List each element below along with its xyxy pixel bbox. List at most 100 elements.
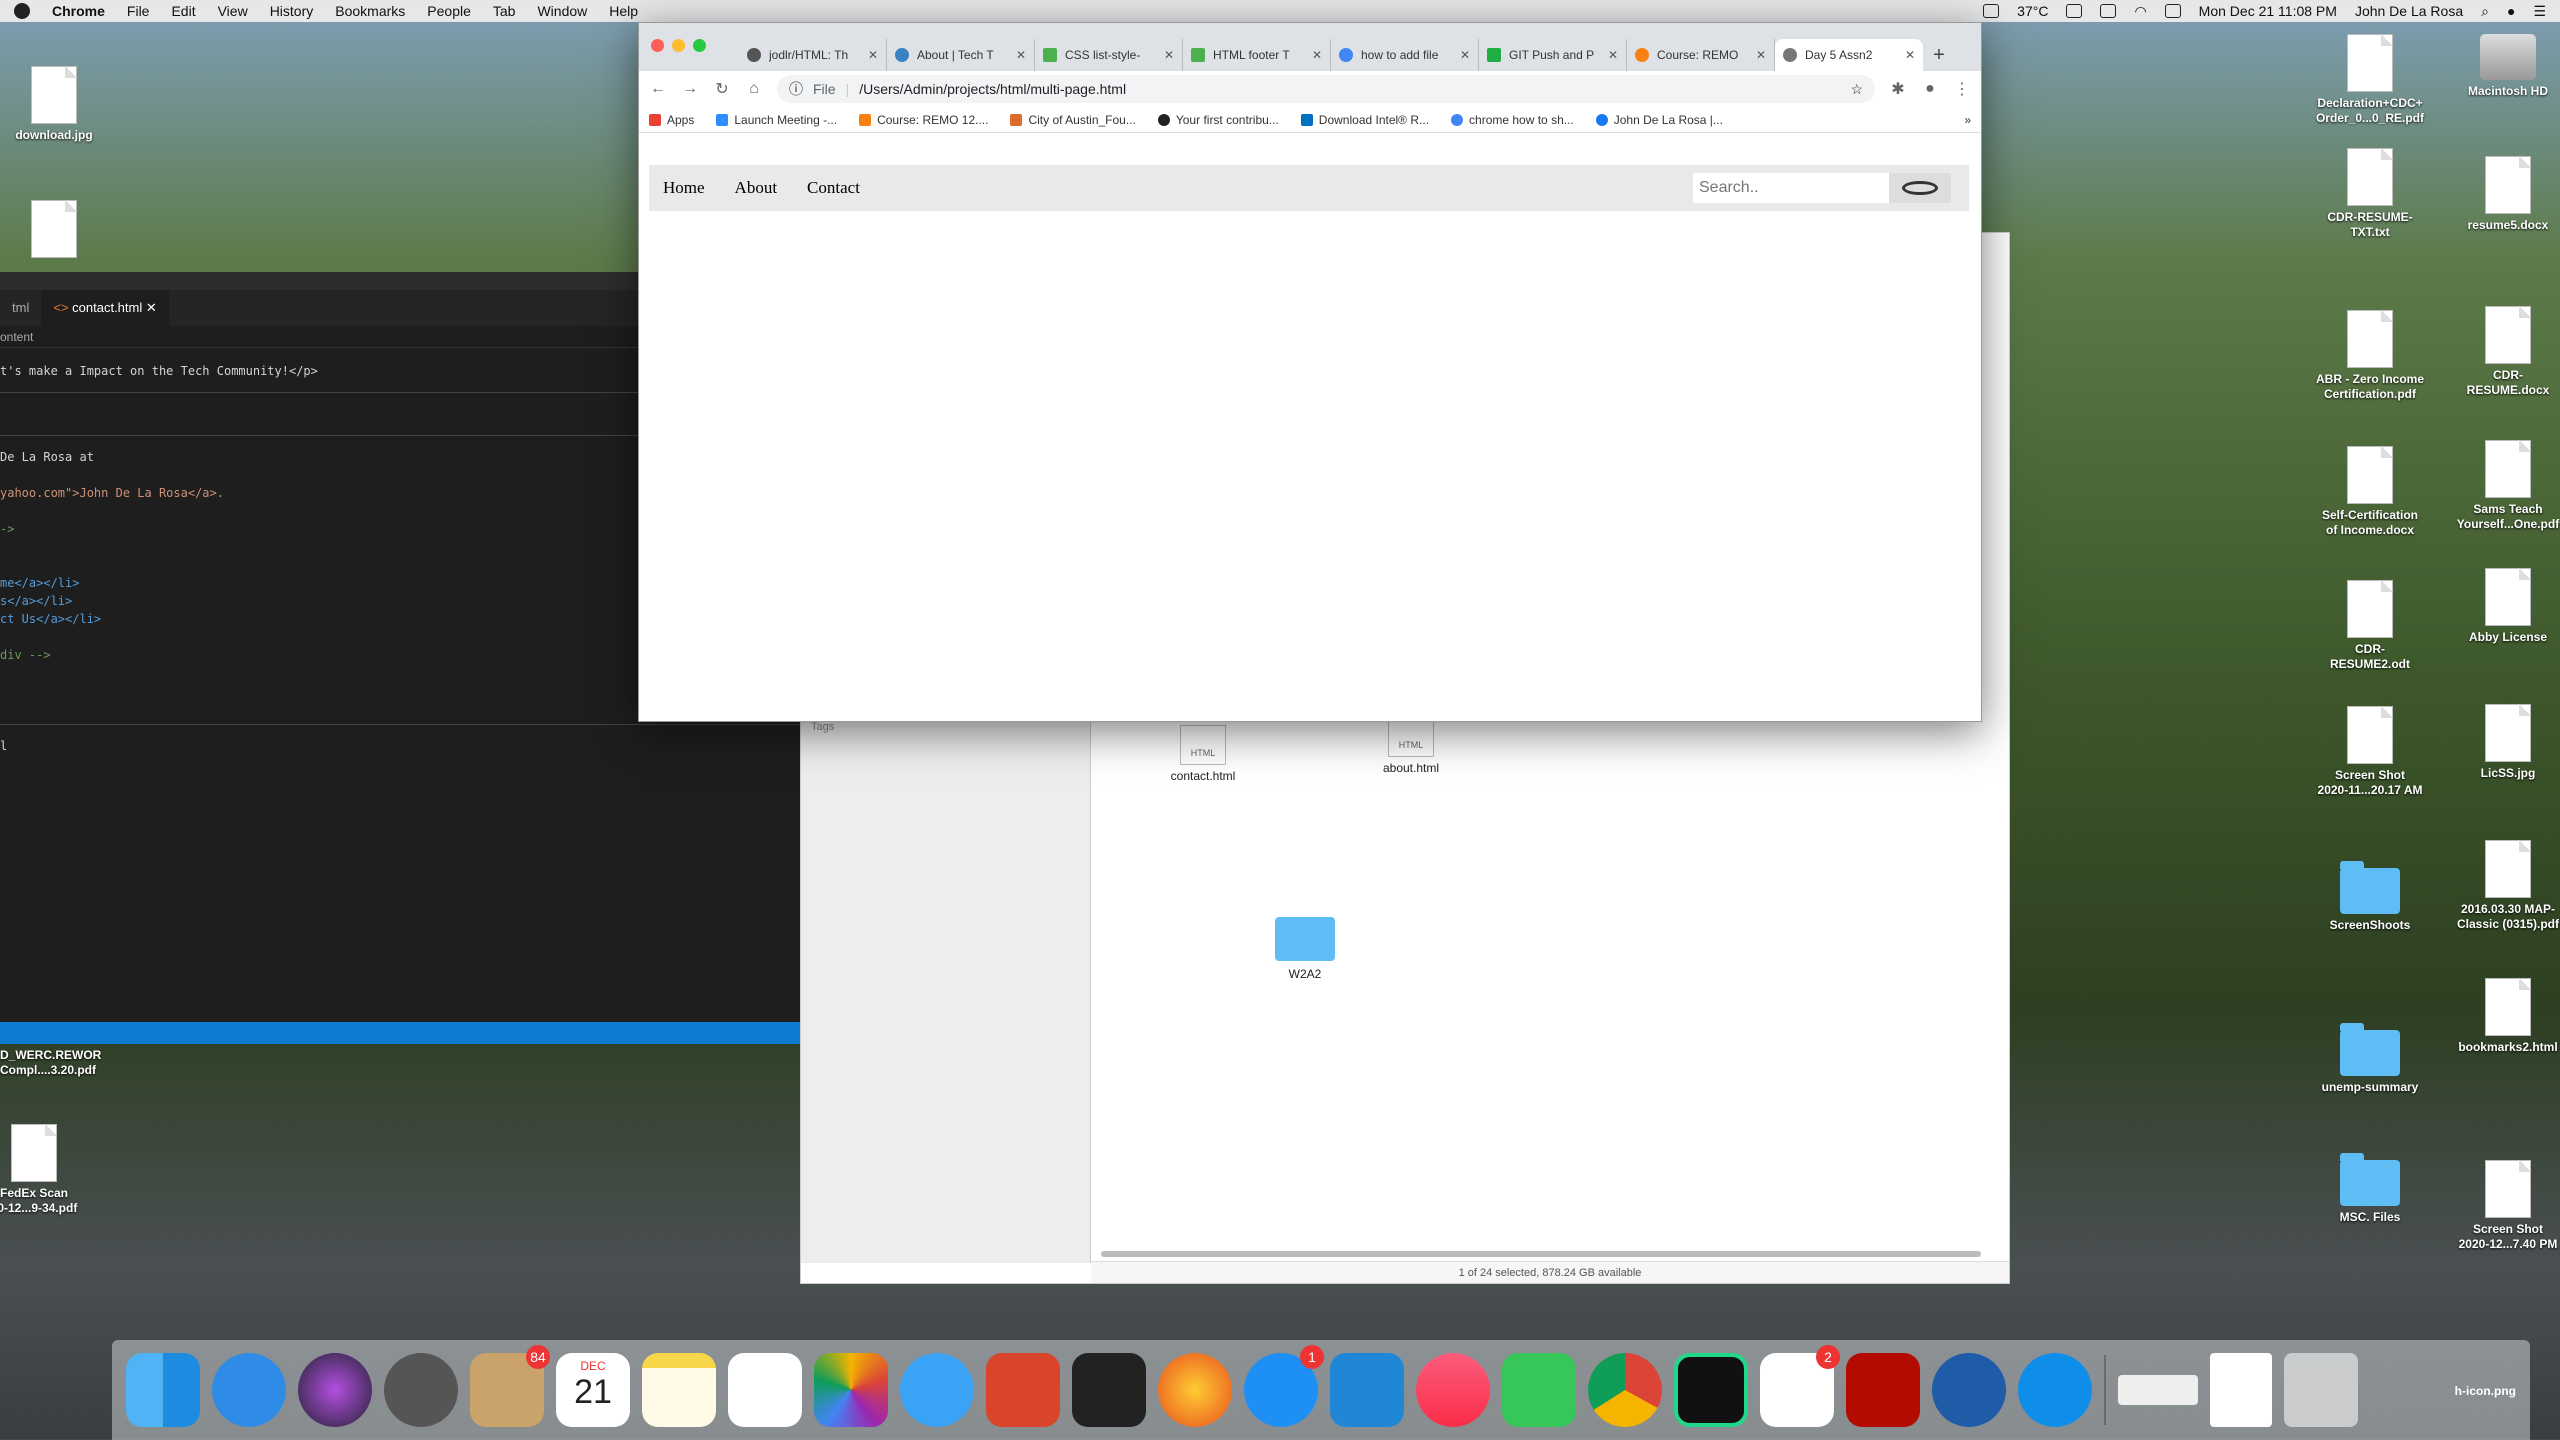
firefox-app-icon[interactable] <box>1158 1353 1232 1427</box>
menu-help[interactable]: Help <box>609 3 638 19</box>
close-tab-icon[interactable]: ✕ <box>1905 48 1915 62</box>
desktop-item[interactable]: unemp-summary <box>2300 1023 2440 1095</box>
menu-tab[interactable]: Tab <box>493 3 516 19</box>
desktop-item[interactable]: 2016.03.30 MAP- Classic (0315).pdf <box>2438 840 2560 932</box>
menu-view[interactable]: View <box>218 3 248 19</box>
browser-tab[interactable]: GIT Push and P ✕ <box>1479 39 1627 71</box>
browser-tab[interactable]: jodlr/HTML: Th ✕ <box>739 39 887 71</box>
menu-bookmarks[interactable]: Bookmarks <box>335 3 405 19</box>
search-button[interactable] <box>1889 173 1951 203</box>
terminal-app-icon[interactable] <box>1072 1353 1146 1427</box>
close-tab-icon[interactable]: ✕ <box>1016 48 1026 62</box>
close-tab-icon[interactable]: ✕ <box>1756 48 1766 62</box>
menu-file[interactable]: File <box>127 3 150 19</box>
bookmarks-overflow-icon[interactable]: » <box>1964 113 1971 127</box>
bookmark-item[interactable]: Course: REMO 12.... <box>859 113 988 127</box>
file-item[interactable]: HTML about.html <box>1341 717 1481 775</box>
desktop-item[interactable]: CDR- RESUME.docx <box>2438 306 2560 398</box>
close-tab-icon[interactable]: ✕ <box>1608 48 1618 62</box>
nav-link-home[interactable]: Home <box>663 178 705 198</box>
forward-icon[interactable]: → <box>681 80 699 98</box>
messages-app-icon[interactable] <box>900 1353 974 1427</box>
desktop-item[interactable]: Screen Shot 2020-12...7.40 PM <box>2438 1160 2560 1252</box>
time-machine-icon[interactable] <box>2100 4 2117 18</box>
desktop-item[interactable]: Sams Teach Yourself...One.pdf <box>2438 440 2560 532</box>
close-icon[interactable]: ✕ <box>146 300 157 315</box>
chrome-app-icon[interactable] <box>1588 1353 1662 1427</box>
home-icon[interactable]: ⌂ <box>745 80 763 98</box>
teamviewer-app-icon[interactable] <box>2018 1353 2092 1427</box>
bookmark-item[interactable]: chrome how to sh... <box>1451 113 1574 127</box>
desktop-item[interactable]: LicSS.jpg <box>2438 704 2560 781</box>
remote-desktop-app-icon[interactable] <box>986 1353 1060 1427</box>
menu-window[interactable]: Window <box>537 3 587 19</box>
nav-link-about[interactable]: About <box>735 178 778 198</box>
vscode-app-icon[interactable] <box>1330 1353 1404 1427</box>
profile-avatar[interactable]: ● <box>1921 80 1939 98</box>
user-name[interactable]: John De La Rosa <box>2355 3 2463 19</box>
file-item[interactable]: HTML contact.html <box>1133 725 1273 783</box>
menu-app-name[interactable]: Chrome <box>52 3 105 19</box>
desktop-item[interactable]: Declaration+CDC+ Order_0...0_RE.pdf <box>2300 34 2440 126</box>
editor-tab[interactable]: tml <box>0 290 41 326</box>
url-text[interactable]: /Users/Admin/projects/html/multi-page.ht… <box>859 81 1126 97</box>
bookmark-item[interactable]: Your first contribu... <box>1157 113 1279 127</box>
clock[interactable]: Mon Dec 21 11:08 PM <box>2199 3 2337 19</box>
back-icon[interactable]: ← <box>649 80 667 98</box>
spotlight-search-icon[interactable]: ⌕ <box>2481 3 2489 20</box>
desktop-item[interactable]: Screen Shot 2020-11...20.17 AM <box>2300 706 2440 798</box>
close-tab-icon[interactable]: ✕ <box>868 48 878 62</box>
openoffice-app-icon[interactable] <box>1932 1353 2006 1427</box>
app-store-app-icon[interactable]: 1 <box>1244 1345 1324 1427</box>
browser-tab[interactable]: CSS list-style- ✕ <box>1035 39 1183 71</box>
desktop-item[interactable]: ABR - Zero Income Certification.pdf <box>2300 310 2440 402</box>
extensions-icon[interactable]: ✱ <box>1889 79 1907 99</box>
close-tab-icon[interactable]: ✕ <box>1312 48 1322 62</box>
address-bar[interactable]: ⓘ File | /Users/Admin/projects/html/mult… <box>777 75 1875 103</box>
bookmark-item[interactable]: John De La Rosa |... <box>1595 113 1723 127</box>
bookmark-item[interactable]: Download Intel® R... <box>1300 113 1429 127</box>
desktop-item[interactable]: CDR-RESUME- TXT.txt <box>2300 148 2440 240</box>
apple-menu-icon[interactable] <box>14 3 30 19</box>
bookmark-item[interactable]: City of Austin_Fou... <box>1010 113 1136 127</box>
notes-app-icon[interactable] <box>642 1353 716 1427</box>
screen-share-icon[interactable] <box>1983 4 2000 18</box>
downloads-stack-icon[interactable] <box>2118 1375 2198 1405</box>
acrobat-app-icon[interactable] <box>1846 1353 1920 1427</box>
notification-center-icon[interactable]: ☰ <box>2533 3 2546 20</box>
desktop-item[interactable]: MSC. Files <box>2300 1153 2440 1225</box>
desktop-item[interactable]: Self-Certification of Income.docx <box>2300 446 2440 538</box>
bookmark-item[interactable]: Apps <box>649 113 694 127</box>
close-tab-icon[interactable]: ✕ <box>1164 48 1174 62</box>
info-icon[interactable]: ⓘ <box>789 79 803 99</box>
editor-tab-active[interactable]: <> contact.html ✕ <box>41 290 169 326</box>
mail-app-icon[interactable]: 84 <box>470 1345 550 1427</box>
desktop-item[interactable]: D_WERC.REWOR Compl....3.20.pdf <box>0 1048 120 1078</box>
desktop-item[interactable] <box>0 200 124 262</box>
more-menu-icon[interactable]: ⋮ <box>1953 79 1971 99</box>
siri-icon[interactable]: ● <box>2507 3 2515 19</box>
desktop-item[interactable]: download.jpg <box>0 66 124 143</box>
browser-tab[interactable]: About | Tech T ✕ <box>887 39 1035 71</box>
search-input[interactable] <box>1693 173 1889 203</box>
bookmark-star-icon[interactable]: ☆ <box>1850 81 1863 98</box>
wifi-icon[interactable]: ◠ <box>2134 3 2146 20</box>
browser-tab[interactable]: Course: REMO ✕ <box>1627 39 1775 71</box>
menu-edit[interactable]: Edit <box>171 3 195 19</box>
siri-app-icon[interactable] <box>298 1353 372 1427</box>
minimize-window-button[interactable] <box>672 39 685 52</box>
horizontal-scrollbar[interactable] <box>1101 1251 1981 1257</box>
music-app-icon[interactable] <box>1416 1353 1490 1427</box>
finder-app-icon[interactable] <box>126 1353 200 1427</box>
nav-link-contact[interactable]: Contact <box>807 178 860 198</box>
safari-app-icon[interactable] <box>212 1353 286 1427</box>
reminders-app-icon[interactable] <box>728 1353 802 1427</box>
gmail-icon[interactable] <box>2066 4 2083 18</box>
zoom-window-button[interactable] <box>693 39 706 52</box>
temperature[interactable]: 37°C <box>2017 3 2048 19</box>
photos-app-icon[interactable] <box>814 1353 888 1427</box>
launchpad-app-icon[interactable] <box>384 1353 458 1427</box>
desktop-item[interactable]: ScreenShoots <box>2300 861 2440 933</box>
desktop-item[interactable]: resume5.docx <box>2438 156 2560 233</box>
trash-icon[interactable] <box>2284 1353 2358 1427</box>
